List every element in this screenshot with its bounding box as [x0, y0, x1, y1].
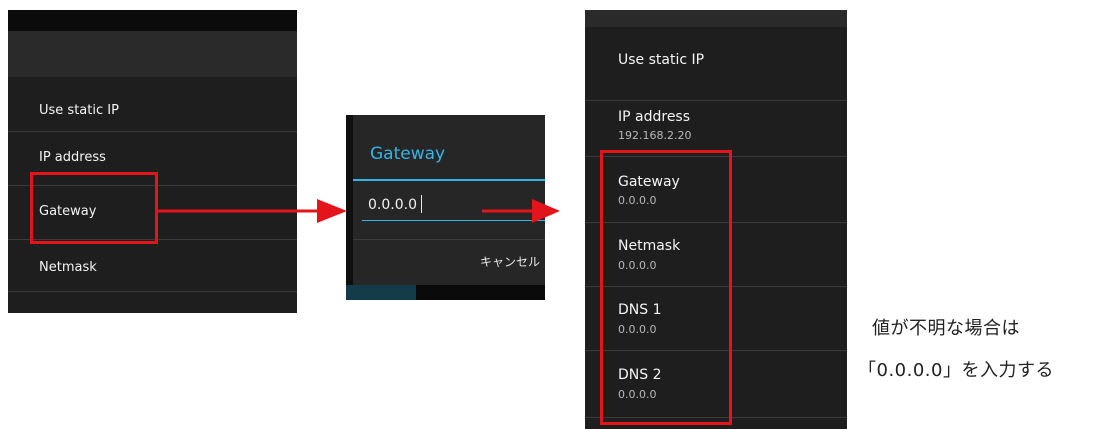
note-line-1: 値が不明な場合は	[872, 318, 1020, 339]
arrow-icon	[482, 199, 560, 223]
setting-item-netmask[interactable]: Netmask	[8, 240, 297, 290]
setting-label: Use static IP	[39, 103, 119, 118]
gateway-input-value: 0.0.0.0	[368, 197, 417, 213]
settings-list-left: Use static IP IP address Gateway Netmask	[8, 10, 297, 313]
cancel-button[interactable]: キャンセル	[446, 240, 545, 284]
divider	[8, 291, 297, 292]
note-line-2: 「0.0.0.0」を入力する	[858, 360, 1054, 381]
setting-item-use-static-ip[interactable]: Use static IP	[585, 27, 847, 100]
dialog-title: Gateway	[370, 144, 446, 164]
header-bar	[8, 31, 297, 77]
setting-label: IP address	[618, 109, 691, 125]
highlight-box-fields	[600, 150, 732, 425]
setting-label: Use static IP	[618, 52, 705, 68]
cancel-button-label: キャンセル	[480, 255, 541, 269]
text-cursor	[421, 195, 422, 213]
setting-value: 192.168.2.20	[618, 129, 692, 142]
setting-label: Netmask	[39, 260, 97, 275]
highlight-box-gateway	[30, 172, 158, 244]
setting-item-ip-address[interactable]: IP address 192.168.2.20	[585, 101, 847, 156]
top-bar	[585, 10, 847, 27]
dialog-title-divider	[353, 179, 545, 181]
setting-label: IP address	[39, 150, 106, 165]
setting-item-use-static-ip[interactable]: Use static IP	[8, 77, 297, 131]
arrow-icon	[157, 199, 347, 223]
top-bar	[8, 10, 297, 31]
bottom-accent-strip	[346, 285, 416, 300]
